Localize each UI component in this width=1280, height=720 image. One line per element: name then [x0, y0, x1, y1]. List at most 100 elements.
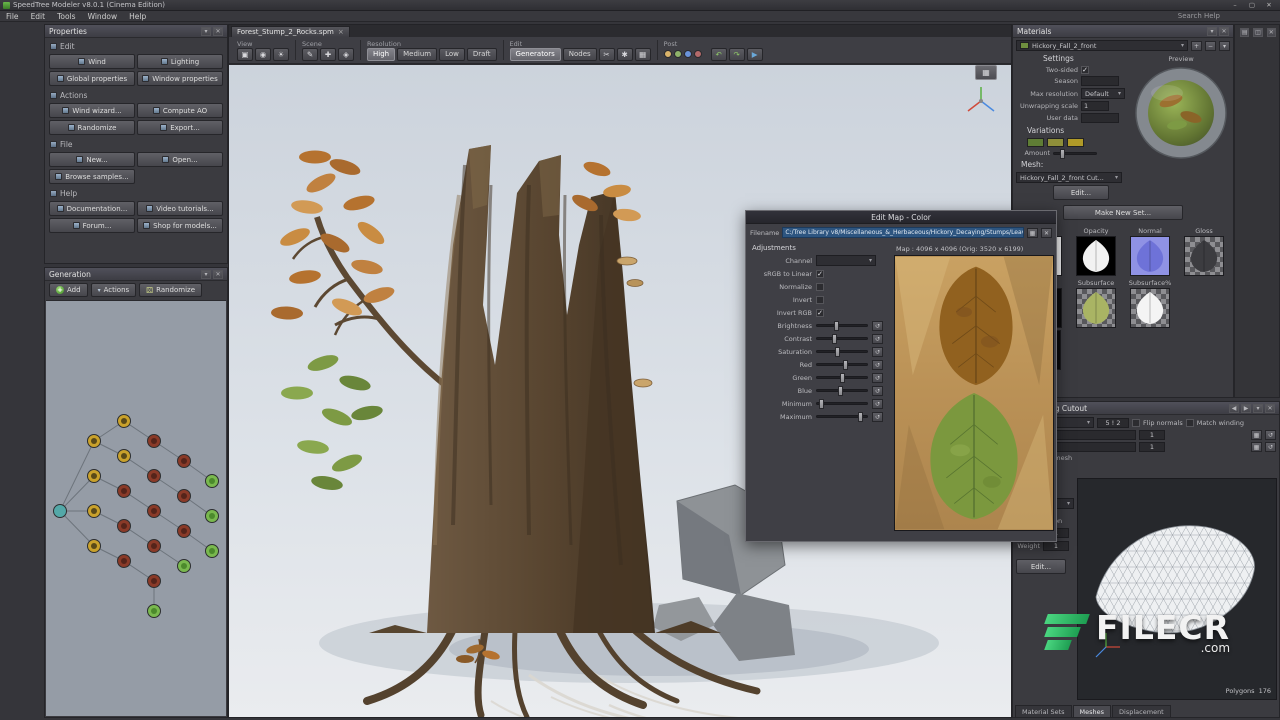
material-preview-ball[interactable] — [1133, 65, 1229, 161]
pin-icon[interactable]: ▾ — [201, 27, 211, 36]
leaf-mesh-preview[interactable]: Polygons176 — [1077, 478, 1277, 700]
lighting-button[interactable]: Lighting — [137, 54, 223, 69]
reset-icon[interactable]: ↺ — [872, 373, 883, 383]
generation-node-graph[interactable] — [46, 300, 226, 716]
reset-icon[interactable]: ↺ — [1265, 442, 1276, 452]
value-field-1[interactable]: 1 — [1139, 430, 1165, 440]
saturation-slider[interactable] — [816, 350, 868, 353]
sparkle-icon[interactable]: ✱ — [617, 48, 633, 61]
wind-button[interactable]: Wind — [49, 54, 135, 69]
export-button[interactable]: Export... — [137, 120, 223, 135]
prev-icon[interactable]: ◀ — [1229, 404, 1239, 413]
add-material-icon[interactable]: + — [1191, 41, 1202, 51]
browse-icon[interactable]: ▦ — [1251, 430, 1262, 440]
clear-file-icon[interactable]: ✕ — [1041, 228, 1052, 238]
segment-field[interactable]: 5 ! 2 — [1097, 418, 1129, 428]
window-properties-button[interactable]: Window properties — [137, 71, 223, 86]
compute-ao-button[interactable]: Compute AO — [137, 103, 223, 118]
normal-map-thumb[interactable] — [1130, 236, 1170, 276]
reset-icon[interactable]: ↺ — [872, 321, 883, 331]
gloss-map-thumb[interactable] — [1184, 236, 1224, 276]
global-properties-button[interactable]: Global properties — [49, 71, 135, 86]
scene-tab[interactable]: Forest_Stump_2_Rocks.spm × — [231, 26, 350, 37]
minimum-slider[interactable] — [816, 402, 868, 405]
redo-icon[interactable]: ↷ — [729, 48, 745, 61]
generators-toggle-button[interactable]: Generators — [510, 48, 561, 61]
lighting-icon[interactable]: ☀ — [273, 48, 289, 61]
srgb-to-linear-checkbox[interactable]: ✓ — [816, 270, 824, 278]
edit-material-button[interactable]: Edit... — [1053, 185, 1109, 200]
weight-field[interactable]: 1 — [1043, 541, 1069, 551]
reset-icon[interactable]: ↺ — [1265, 430, 1276, 440]
menu-help[interactable]: Help — [123, 11, 152, 22]
edit-scene-icon[interactable]: ✎ — [302, 48, 318, 61]
play-icon[interactable]: ▶ — [747, 48, 763, 61]
browse-file-icon[interactable]: ▦ — [1027, 228, 1038, 238]
reset-icon[interactable]: ↺ — [872, 334, 883, 344]
resolution-medium[interactable]: Medium — [397, 48, 437, 61]
close-panel-icon[interactable]: ✕ — [1265, 404, 1275, 413]
close-panel-icon[interactable]: ✕ — [1219, 27, 1229, 36]
invert-rgb-checkbox[interactable]: ✓ — [816, 309, 824, 317]
minimize-button[interactable]: – — [1227, 1, 1243, 10]
post-effect-icon-3[interactable] — [684, 50, 692, 58]
reset-icon[interactable]: ↺ — [872, 386, 883, 396]
menu-window[interactable]: Window — [82, 11, 124, 22]
material-options-icon[interactable]: ▾ — [1219, 41, 1230, 51]
search-help-link[interactable]: Search Help — [1178, 12, 1220, 20]
tab-meshes[interactable]: Meshes — [1073, 705, 1112, 717]
axis-gizmo[interactable] — [963, 83, 999, 119]
menu-tools[interactable]: Tools — [51, 11, 81, 22]
make-new-set-button[interactable]: Make New Set... — [1063, 205, 1183, 220]
next-icon[interactable]: ▶ — [1241, 404, 1251, 413]
normalize-checkbox[interactable] — [816, 283, 824, 291]
red-slider[interactable] — [816, 363, 868, 366]
filename-field[interactable]: C:/Tree Library v8/Miscellaneous_&_Herba… — [782, 227, 1024, 238]
new-button[interactable]: New... — [49, 152, 135, 167]
view-cube-icon[interactable]: ▦ — [975, 65, 997, 80]
material-ball-icon[interactable]: ◈ — [338, 48, 354, 61]
season-field[interactable] — [1081, 76, 1119, 86]
contrast-slider[interactable] — [816, 337, 868, 340]
variation-swatch-3[interactable] — [1067, 138, 1084, 147]
resolution-high[interactable]: High — [367, 48, 395, 61]
tab-displacement[interactable]: Displacement — [1112, 705, 1171, 717]
close-panel-icon[interactable]: ✕ — [213, 27, 223, 36]
two-sided-checkbox[interactable]: ✓ — [1081, 66, 1089, 74]
variation-swatch-1[interactable] — [1027, 138, 1044, 147]
resolution-draft[interactable]: Draft — [467, 48, 497, 61]
edit-mesh-button[interactable]: Edit... — [1016, 559, 1066, 574]
browse-samples-button[interactable]: Browse samples... — [49, 169, 135, 184]
reset-icon[interactable]: ↺ — [872, 412, 883, 422]
match-winding-checkbox[interactable] — [1186, 419, 1194, 427]
dock-split-icon[interactable]: ◫ — [1253, 28, 1262, 37]
pin-icon[interactable]: ▾ — [1207, 27, 1217, 36]
amount-slider[interactable] — [1053, 152, 1097, 155]
close-panel-icon[interactable]: ✕ — [213, 270, 223, 279]
undo-icon[interactable]: ↶ — [711, 48, 727, 61]
prune-icon[interactable]: ✂ — [599, 48, 615, 61]
browse-icon[interactable]: ▦ — [1251, 442, 1262, 452]
actions-button[interactable]: ▾Actions — [91, 283, 137, 297]
flip-normals-checkbox[interactable] — [1132, 419, 1140, 427]
max-resolution-dropdown[interactable]: Default▾ — [1081, 88, 1125, 99]
randomize-button[interactable]: Randomize — [49, 120, 135, 135]
mesh-dropdown[interactable]: Hickory_Fall_2_front Cut...▾ — [1016, 172, 1122, 183]
dialog-title-bar[interactable]: Edit Map - Color — [746, 211, 1056, 224]
display-mode-icon[interactable]: ▣ — [237, 48, 253, 61]
tab-close-icon[interactable]: × — [338, 28, 344, 36]
dock-close-icon[interactable]: ✕ — [1267, 28, 1276, 37]
reset-icon[interactable]: ↺ — [872, 360, 883, 370]
reset-icon[interactable]: ↺ — [872, 347, 883, 357]
add-object-icon[interactable]: ✚ — [320, 48, 336, 61]
open-button[interactable]: Open... — [137, 152, 223, 167]
maximum-slider[interactable] — [816, 415, 868, 418]
variation-swatch-2[interactable] — [1047, 138, 1064, 147]
opacity-map-thumb[interactable] — [1076, 236, 1116, 276]
reset-icon[interactable]: ↺ — [872, 399, 883, 409]
channel-dropdown[interactable]: ▾ — [816, 255, 876, 266]
forum-button[interactable]: Forum... — [49, 218, 135, 233]
green-slider[interactable] — [816, 376, 868, 379]
randomize-generation-button[interactable]: ⚄Randomize — [139, 283, 202, 297]
maximize-button[interactable]: ▢ — [1244, 1, 1260, 10]
